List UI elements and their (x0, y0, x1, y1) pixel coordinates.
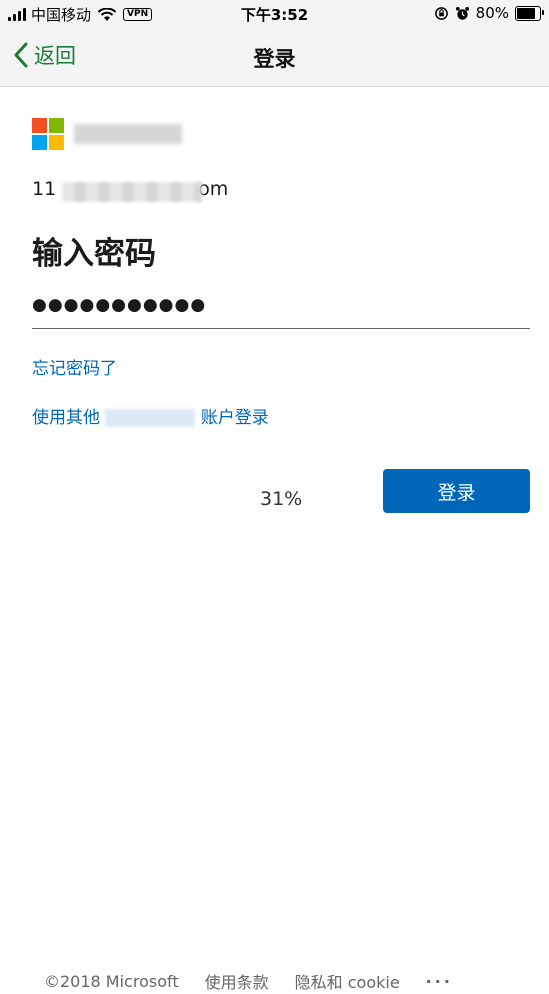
battery-percent: 80% (475, 4, 509, 22)
more-options-button[interactable]: ··· (426, 972, 453, 991)
status-bar: 中国移动 VPN 下午3:52 80% (0, 0, 549, 28)
orientation-lock-icon (434, 6, 448, 20)
account-prefix: 11 (32, 178, 57, 200)
logo-green-square (49, 118, 64, 133)
account-redaction (62, 182, 202, 202)
nav-bar: 返回 登录 (0, 28, 549, 87)
nav-title: 登录 (253, 47, 296, 71)
logo-blue-square (32, 135, 47, 150)
status-right: 80% (434, 4, 544, 22)
other-account-prefix: 使用其他 (32, 408, 100, 428)
battery-icon (515, 5, 544, 21)
microsoft-logo (32, 118, 64, 150)
alarm-icon (455, 6, 469, 20)
logo-yellow-square (49, 135, 64, 150)
battery-fill (517, 7, 535, 19)
password-value: ●●●●●●●●●●● (32, 295, 207, 315)
sign-in-button[interactable]: 登录 (383, 469, 530, 513)
terms-link[interactable]: 使用条款 (205, 969, 269, 993)
other-account-link[interactable]: 使用其他 账户登录 (32, 403, 269, 428)
other-account-redaction (105, 409, 196, 427)
other-account-suffix: 账户登录 (200, 408, 269, 428)
page-heading: 输入密码 (32, 236, 156, 272)
forgot-password-link[interactable]: 忘记密码了 (32, 354, 117, 379)
account-suffix: om (198, 178, 229, 200)
brand-name-redacted (74, 124, 182, 144)
password-field[interactable]: ●●●●●●●●●●● (32, 286, 530, 329)
footer: ©2018 Microsoft 使用条款 隐私和 cookie ··· (44, 969, 453, 993)
copyright-text: ©2018 Microsoft (44, 971, 179, 991)
logo-red-square (32, 118, 47, 133)
privacy-link[interactable]: 隐私和 cookie (295, 969, 400, 993)
progress-indicator: 31% (260, 488, 303, 510)
